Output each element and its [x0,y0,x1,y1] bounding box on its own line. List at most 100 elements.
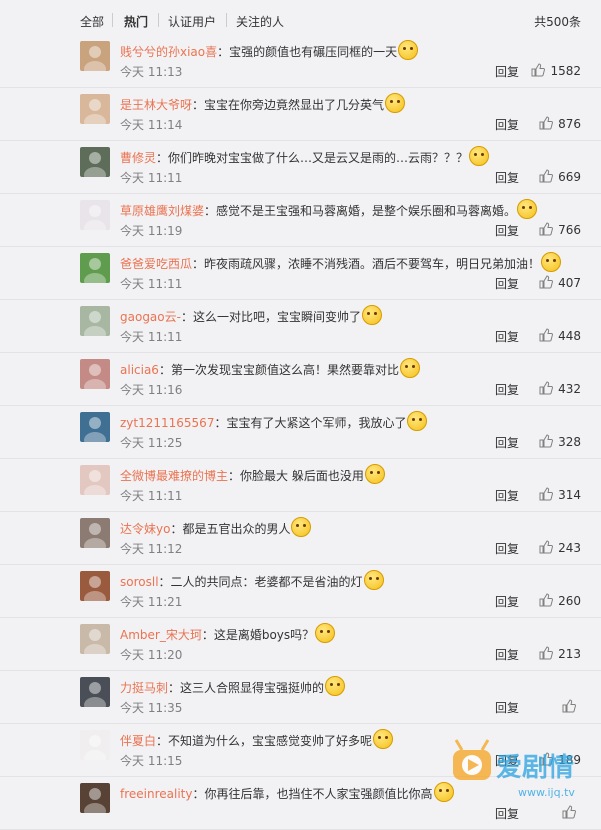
like-button[interactable]: 243 [539,540,581,555]
avatar[interactable] [80,465,110,495]
comment-time: 今天 11:11 [120,277,183,291]
comment-total-count: 共500条 [534,15,581,29]
comment-item: 达令妹yo：都是五官出众的男人 今天 11:12 回复 243 [0,511,601,565]
comment-username[interactable]: 伴夏白 [120,734,156,748]
comment-item: 爸爸爱吃西瓜：昨夜雨疏风骤，浓睡不消残酒。酒后不要驾车，明日兄弟加油！ 今天 11… [0,246,601,300]
comment-username[interactable]: 爸爸爱吃西瓜 [120,257,192,271]
like-count: 766 [558,223,581,237]
like-button[interactable]: 876 [539,116,581,131]
tab-following[interactable]: 关注的人 [236,13,284,30]
comment-username[interactable]: 达令妹yo [120,522,170,536]
emoji-icon [398,40,419,60]
comment-item: sorosll：二人的共同点：老婆都不是省油的灯 今天 11:21 回复 260 [0,564,601,618]
comment-username[interactable]: 草原雄鹰刘煤婆 [120,204,204,218]
reply-button[interactable]: 回复 [495,328,519,345]
like-button[interactable]: 189 [539,752,581,767]
reply-button[interactable]: 回复 [495,699,519,716]
reply-button[interactable]: 回复 [495,434,519,451]
thumbs-up-icon [562,699,576,713]
avatar[interactable] [80,571,110,601]
reply-button[interactable]: 回复 [495,752,519,769]
like-button[interactable]: 314 [539,487,581,502]
thumbs-up-icon [539,169,554,183]
avatar[interactable] [80,783,110,813]
comment-text: ：你再往后靠，也挡住不人家宝强颜值比你高 [192,787,433,801]
comment-text: ：不知道为什么，宝宝感觉变帅了好多呢 [156,734,373,748]
reply-button[interactable]: 回复 [495,116,519,133]
comment-filter-tabs: 全部 热门 认证用户 关注的人 共500条 [0,0,601,38]
thumbs-up-icon [539,752,554,766]
comment-username[interactable]: 力挺马刺 [120,681,168,695]
avatar[interactable] [80,94,110,124]
comment-username[interactable]: freeinreality [120,787,192,801]
comment-username[interactable]: alicia6 [120,363,159,377]
comment-item: 是王林大爷呀：宝宝在你旁边竟然显出了几分英气 今天 11:14 回复 876 [0,87,601,141]
comment-text: ：宝强的颜值也有碾压同框的一天 [217,45,398,59]
comment-username[interactable]: 曹修灵 [120,151,156,165]
like-button[interactable] [562,805,581,820]
reply-button[interactable]: 回复 [495,593,519,610]
avatar[interactable] [80,147,110,177]
avatar[interactable] [80,253,110,283]
comment-username[interactable]: Amber_宋大珂 [120,628,202,642]
thumbs-up-icon [539,116,554,130]
thumbs-up-icon [539,328,554,342]
thumbs-up-icon [539,593,554,607]
like-button[interactable]: 766 [539,222,581,237]
reply-button[interactable]: 回复 [495,646,519,663]
reply-button[interactable]: 回复 [495,487,519,504]
like-count: 213 [558,647,581,661]
comment-time: 今天 11:25 [120,436,183,450]
comment-text: ：宝宝在你旁边竟然显出了几分英气 [192,98,385,112]
comment-username[interactable]: 是王林大爷呀 [120,98,192,112]
like-button[interactable]: 407 [539,275,581,290]
like-button[interactable]: 669 [539,169,581,184]
comment-content: 是王林大爷呀：宝宝在你旁边竟然显出了几分英气 [120,93,406,113]
comment-username[interactable]: sorosll [120,575,159,589]
emoji-icon [373,729,394,749]
comment-username[interactable]: zyt1211165567 [120,416,214,430]
reply-button[interactable]: 回复 [495,222,519,239]
comment-username[interactable]: 全微博最难撩的博主 [120,469,228,483]
reply-button[interactable]: 回复 [495,381,519,398]
avatar[interactable] [80,359,110,389]
like-count: 407 [558,276,581,290]
comment-username[interactable]: gaogao云- [120,310,181,324]
like-button[interactable]: 328 [539,434,581,449]
avatar[interactable] [80,306,110,336]
reply-button[interactable]: 回复 [495,540,519,557]
emoji-icon [399,358,420,378]
avatar[interactable] [80,412,110,442]
thumbs-up-icon [539,487,554,501]
emoji-icon [433,782,454,802]
emoji-icon [363,570,384,590]
like-button[interactable]: 1582 [531,63,581,78]
comment-time: 今天 11:13 [120,65,183,79]
like-button[interactable]: 260 [539,593,581,608]
comment-time: 今天 11:16 [120,383,183,397]
like-button[interactable]: 432 [539,381,581,396]
avatar[interactable] [80,41,110,71]
tab-hot[interactable]: 热门 [124,13,148,30]
comment-text: ：这是离婚boys吗？ [201,628,315,642]
avatar[interactable] [80,624,110,654]
tab-verified[interactable]: 认证用户 [168,13,216,30]
reply-button[interactable]: 回复 [495,805,519,822]
like-count: 189 [558,753,581,767]
like-count: 243 [558,541,581,555]
reply-button[interactable]: 回复 [495,63,519,80]
like-button[interactable]: 448 [539,328,581,343]
like-button[interactable] [562,699,581,714]
reply-button[interactable]: 回复 [495,169,519,186]
comment-username[interactable]: 贱兮兮的孙xiao喜 [120,45,217,59]
tab-all[interactable]: 全部 [80,13,104,30]
avatar[interactable] [80,200,110,230]
like-button[interactable]: 213 [539,646,581,661]
avatar[interactable] [80,730,110,760]
reply-button[interactable]: 回复 [495,275,519,292]
comment-content: 力挺马刺：这三人合照显得宝强挺帅的 [120,676,346,696]
avatar[interactable] [80,677,110,707]
comment-item: alicia6：第一次发现宝宝颜值这么高！果然要靠对比 今天 11:16 回复 432 [0,352,601,406]
avatar[interactable] [80,518,110,548]
thumbs-up-icon [531,63,546,77]
